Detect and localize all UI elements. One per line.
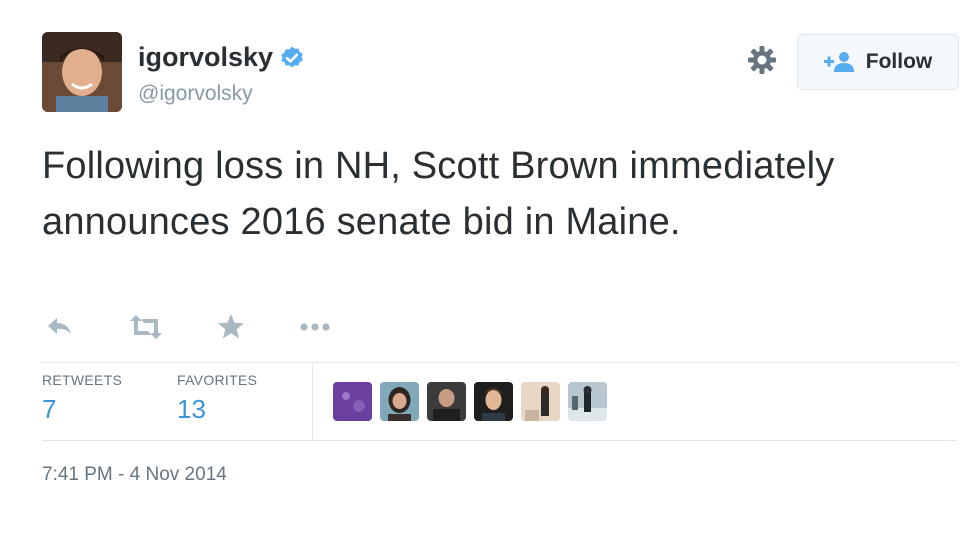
add-user-icon xyxy=(823,52,854,72)
favoriter-avatar-5-icon[interactable] xyxy=(521,382,560,421)
divider-bottom xyxy=(42,440,957,441)
tweet-text: Following loss in NH, Scott Brown immedi… xyxy=(42,145,835,243)
profile-photo-icon xyxy=(42,32,122,112)
display-name-text[interactable]: igorvolsky xyxy=(138,42,273,73)
user-handle[interactable]: @igorvolsky xyxy=(138,82,253,106)
retweet-icon[interactable] xyxy=(128,312,164,347)
retweets-stat[interactable]: RETWEETS 7 xyxy=(42,372,122,425)
follow-button[interactable]: Follow xyxy=(797,34,959,90)
tweet-timestamp[interactable]: 7:41 PM - 4 Nov 2014 xyxy=(42,464,227,486)
favoriter-avatar-6-icon[interactable] xyxy=(568,382,607,421)
retweets-value[interactable]: 7 xyxy=(42,394,122,425)
favoriter-avatar-2-icon[interactable] xyxy=(380,382,419,421)
favorites-value[interactable]: 13 xyxy=(177,394,257,425)
favoriter-avatar-4-icon[interactable] xyxy=(474,382,513,421)
verified-badge-icon xyxy=(281,46,303,67)
more-dots-icon[interactable] xyxy=(298,312,332,347)
favoriter-avatar-3-icon[interactable] xyxy=(427,382,466,421)
favoriters-list xyxy=(333,382,607,421)
favoriter-avatar-1-icon[interactable] xyxy=(333,382,372,421)
divider-top xyxy=(42,362,957,363)
star-icon[interactable] xyxy=(216,312,246,347)
favorites-label: FAVORITES xyxy=(177,372,258,388)
reply-icon[interactable] xyxy=(44,312,74,347)
gear-icon[interactable] xyxy=(746,44,778,76)
avatar[interactable] xyxy=(42,32,122,112)
display-name[interactable]: igorvolsky xyxy=(138,42,305,73)
retweets-label: RETWEETS xyxy=(42,372,123,388)
favorites-stat[interactable]: FAVORITES 13 xyxy=(177,372,257,425)
stats-separator xyxy=(312,364,313,440)
follow-button-label: Follow xyxy=(865,50,933,73)
